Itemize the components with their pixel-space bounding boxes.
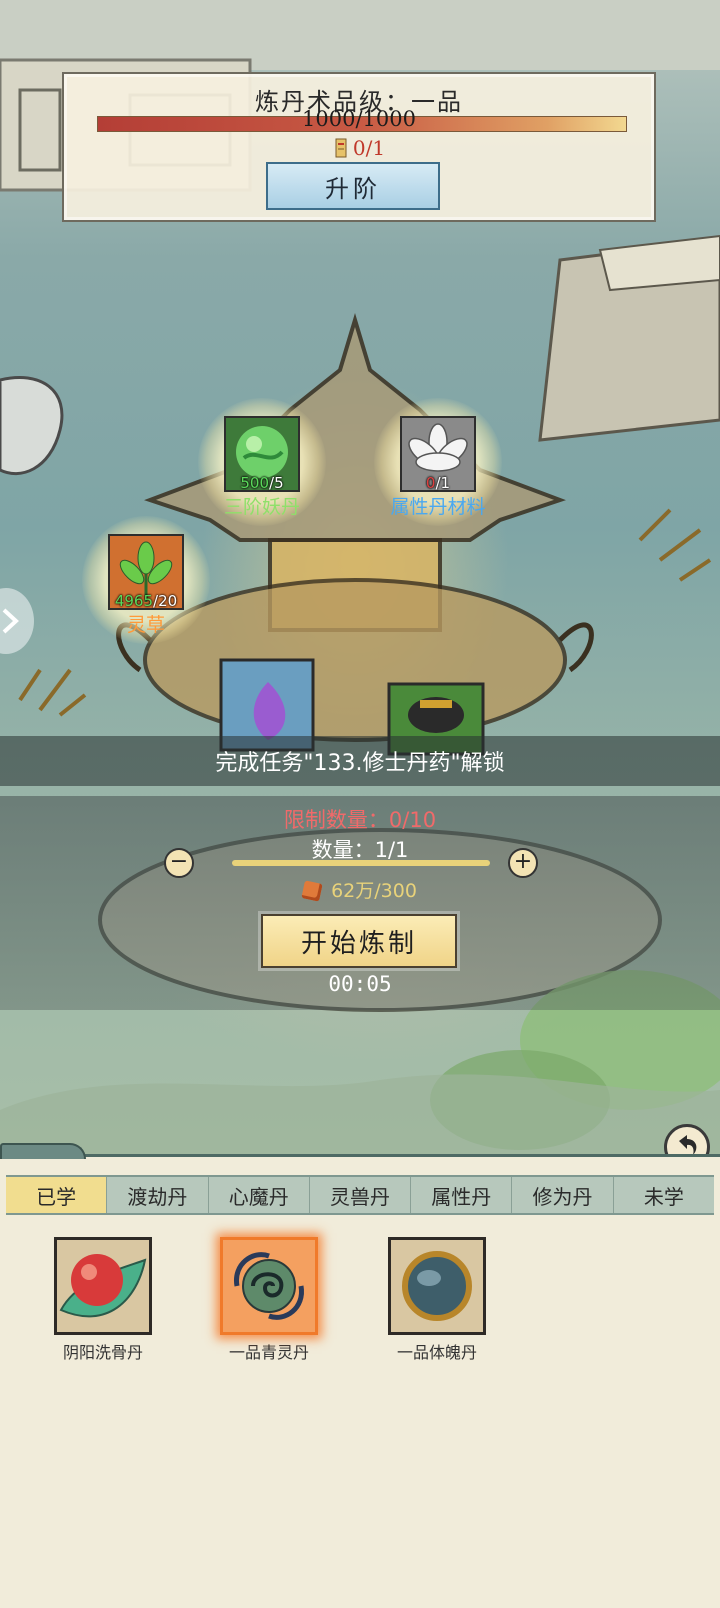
ingredient-count: 0/1 bbox=[425, 474, 451, 492]
recipe-panel: 已学 渡劫丹 心魔丹 灵兽丹 属性丹 修为丹 未学 阴阳洗骨丹 一品青灵丹 一品… bbox=[0, 1143, 720, 1608]
alchemy-scene: 炼丹术品级：一品 1000/1000 0/1 升阶 500/5 三阶妖丹 0/1… bbox=[0, 0, 720, 1172]
alchemy-rank-panel: 炼丹术品级：一品 1000/1000 0/1 升阶 bbox=[62, 72, 656, 222]
ingredient-count: 500/5 bbox=[240, 474, 284, 492]
ingredient-slot-demon-core[interactable]: 500/5 三阶妖丹 bbox=[198, 398, 326, 526]
unlock-hint: 完成任务"133.修士丹药"解锁 bbox=[0, 736, 720, 786]
refine-timer: 00:05 bbox=[328, 972, 392, 996]
tab-cultivation[interactable]: 修为丹 bbox=[512, 1177, 614, 1213]
tab-attribute[interactable]: 属性丹 bbox=[411, 1177, 513, 1213]
upgrade-requirement: 0/1 bbox=[64, 136, 654, 160]
ingredient-name: 属性丹材料 bbox=[390, 496, 486, 518]
quantity-minus-button[interactable]: − bbox=[164, 848, 194, 878]
body-pill-icon bbox=[388, 1237, 486, 1335]
pill-item[interactable]: 阴阳洗骨丹 bbox=[48, 1237, 158, 1363]
tab-heart-demon[interactable]: 心魔丹 bbox=[209, 1177, 310, 1213]
ingredient-count: 4965/20 bbox=[114, 592, 178, 610]
recipe-tabs: 已学 渡劫丹 心魔丹 灵兽丹 属性丹 修为丹 未学 bbox=[6, 1175, 714, 1215]
ingredient-name: 三阶妖丹 bbox=[223, 496, 300, 518]
ingredient-slot-attribute-material[interactable]: 0/1 属性丹材料 bbox=[374, 398, 502, 526]
start-refine-button[interactable]: 开始炼制 bbox=[261, 914, 457, 968]
rank-exp-text: 1000/1000 bbox=[302, 107, 416, 131]
tab-learned[interactable]: 已学 bbox=[6, 1177, 108, 1213]
craft-cost: 62万/300 bbox=[0, 876, 720, 903]
pill-name: 阴阳洗骨丹 bbox=[62, 1343, 143, 1362]
requirement-count: 0/1 bbox=[352, 136, 386, 160]
side-expand-button[interactable] bbox=[0, 588, 34, 654]
pill-name: 一品青灵丹 bbox=[228, 1343, 309, 1362]
scroll-icon bbox=[335, 138, 347, 158]
quantity-plus-button[interactable]: + bbox=[508, 848, 538, 878]
tab-tribulation[interactable]: 渡劫丹 bbox=[107, 1177, 209, 1213]
panel-trim bbox=[0, 1143, 86, 1159]
tab-unlearned[interactable]: 未学 bbox=[614, 1177, 714, 1213]
green-spirit-pill-icon bbox=[220, 1237, 318, 1335]
tab-spirit-beast[interactable]: 灵兽丹 bbox=[310, 1177, 412, 1213]
pill-item-selected[interactable]: 一品青灵丹 bbox=[214, 1237, 324, 1363]
pill-name: 一品体魄丹 bbox=[396, 1343, 477, 1362]
quantity-slider[interactable] bbox=[232, 860, 490, 866]
pill-item[interactable]: 一品体魄丹 bbox=[382, 1237, 492, 1363]
craft-panel: 限制数量：0/10 数量：1/1 − + 62万/300 开始炼制 00:05 bbox=[0, 796, 720, 1010]
upgrade-button[interactable]: 升阶 bbox=[266, 162, 440, 210]
craft-limit: 限制数量：0/10 bbox=[283, 808, 437, 832]
spirit-stone-icon bbox=[301, 880, 323, 902]
ingredient-slot-spirit-herb[interactable]: 4965/20 灵草 bbox=[82, 516, 210, 644]
chevron-right-icon bbox=[2, 608, 19, 634]
yinyang-pill-icon bbox=[54, 1237, 152, 1335]
ingredient-name: 灵草 bbox=[126, 614, 165, 636]
